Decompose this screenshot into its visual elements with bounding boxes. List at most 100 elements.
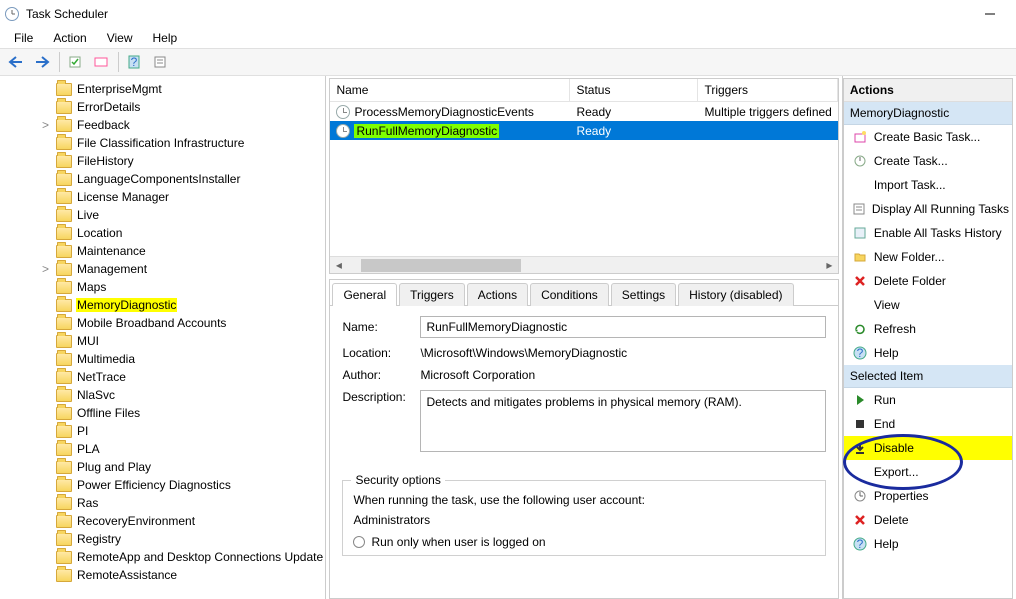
menu-help[interactable]: Help (143, 29, 188, 47)
actions-group-context: MemoryDiagnostic (844, 102, 1012, 125)
blank-icon (852, 177, 868, 193)
tree-item-label: FileHistory (76, 154, 135, 168)
action-item[interactable]: End (844, 412, 1012, 436)
tree-item-label: Maps (76, 280, 107, 294)
tree-item-label: Registry (76, 532, 122, 546)
col-status[interactable]: Status (570, 79, 698, 101)
folder-icon (56, 407, 72, 420)
scroll-right-icon[interactable]: ▸ (821, 257, 838, 274)
expand-icon[interactable]: > (42, 118, 52, 132)
task-row[interactable]: RunFullMemoryDiagnosticReady (330, 121, 837, 140)
horizontal-scrollbar[interactable]: ◂ ▸ (330, 256, 837, 273)
col-name[interactable]: Name (330, 79, 570, 101)
tab-actions[interactable]: Actions (467, 283, 528, 306)
action-item[interactable]: Export... (844, 460, 1012, 484)
action-item[interactable]: Delete Folder (844, 269, 1012, 293)
task-row[interactable]: ProcessMemoryDiagnosticEventsReadyMultip… (330, 102, 837, 121)
tree-item[interactable]: Registry (0, 530, 325, 548)
action-item[interactable]: Create Basic Task... (844, 125, 1012, 149)
tab-general[interactable]: General (332, 283, 397, 306)
svg-text:?: ? (131, 55, 138, 69)
action-item-label: Create Basic Task... (874, 130, 981, 144)
tree-item[interactable]: RemoteAssistance (0, 566, 325, 584)
action-item[interactable]: Run (844, 388, 1012, 412)
action-item[interactable]: Display All Running Tasks (844, 197, 1012, 221)
action-item[interactable]: New Folder... (844, 245, 1012, 269)
tree-item[interactable]: Maintenance (0, 242, 325, 260)
scroll-thumb[interactable] (361, 259, 521, 272)
action-item-label: New Folder... (874, 250, 945, 264)
action-item[interactable]: Enable All Tasks History (844, 221, 1012, 245)
tree-item[interactable]: License Manager (0, 188, 325, 206)
menu-file[interactable]: File (4, 29, 43, 47)
tab-conditions[interactable]: Conditions (530, 283, 609, 306)
tree-item[interactable]: Multimedia (0, 350, 325, 368)
tree-item-label: MemoryDiagnostic (76, 298, 177, 312)
tree-item[interactable]: NetTrace (0, 368, 325, 386)
tab-history[interactable]: History (disabled) (678, 283, 793, 306)
tree-item[interactable]: ErrorDetails (0, 98, 325, 116)
tab-triggers[interactable]: Triggers (399, 283, 465, 306)
action-item[interactable]: Delete (844, 508, 1012, 532)
col-triggers[interactable]: Triggers (698, 79, 837, 101)
tree-panel[interactable]: EnterpriseMgmtErrorDetails>FeedbackFile … (0, 76, 326, 599)
task-list[interactable]: Name Status Triggers ProcessMemoryDiagno… (329, 78, 838, 274)
menu-action[interactable]: Action (43, 29, 96, 47)
folder-icon (56, 371, 72, 384)
name-field[interactable] (420, 316, 825, 338)
tree-item[interactable]: Offline Files (0, 404, 325, 422)
security-text: When running the task, use the following… (353, 493, 814, 507)
forward-button[interactable] (30, 51, 54, 73)
action-item[interactable]: Import Task... (844, 173, 1012, 197)
action-item[interactable]: ?Help (844, 341, 1012, 365)
tree-item[interactable]: MUI (0, 332, 325, 350)
folder-icon (56, 533, 72, 546)
action-item[interactable]: Disable (844, 436, 1012, 460)
folder-icon (56, 209, 72, 222)
menu-view[interactable]: View (97, 29, 143, 47)
minimize-button[interactable] (968, 2, 1012, 26)
name-label: Name: (342, 320, 420, 334)
action-item[interactable]: Create Task... (844, 149, 1012, 173)
action-item[interactable]: Refresh (844, 317, 1012, 341)
tree-item[interactable]: Location (0, 224, 325, 242)
back-button[interactable] (4, 51, 28, 73)
radio-run-logged-on[interactable] (353, 536, 365, 548)
tree-item[interactable]: LanguageComponentsInstaller (0, 170, 325, 188)
scroll-left-icon[interactable]: ◂ (330, 257, 347, 274)
expand-icon[interactable]: > (42, 262, 52, 276)
description-field[interactable] (420, 390, 825, 452)
action-item[interactable]: ?Help (844, 532, 1012, 556)
action-item-label: Delete Folder (874, 274, 946, 288)
toolbar-action-button[interactable] (63, 51, 87, 73)
toolbar-help-button[interactable]: ? (122, 51, 146, 73)
action-item[interactable]: View (844, 293, 1012, 317)
tree-item[interactable]: Live (0, 206, 325, 224)
tree-item[interactable]: Plug and Play (0, 458, 325, 476)
tree-item[interactable]: Ras (0, 494, 325, 512)
tree-item[interactable]: >Management (0, 260, 325, 278)
help-icon: ? (852, 536, 868, 552)
task-icon (852, 153, 868, 169)
tree-item[interactable]: FileHistory (0, 152, 325, 170)
action-item[interactable]: Properties (844, 484, 1012, 508)
tree-item[interactable]: Mobile Broadband Accounts (0, 314, 325, 332)
tree-item-label: RemoteAssistance (76, 568, 178, 582)
tree-item[interactable]: File Classification Infrastructure (0, 134, 325, 152)
tree-item[interactable]: RecoveryEnvironment (0, 512, 325, 530)
folder-icon (56, 569, 72, 582)
tree-item[interactable]: >Feedback (0, 116, 325, 134)
tree-item[interactable]: EnterpriseMgmt (0, 80, 325, 98)
tree-item[interactable]: NlaSvc (0, 386, 325, 404)
tree-item[interactable]: MemoryDiagnostic (0, 296, 325, 314)
toolbar-run-button[interactable] (89, 51, 113, 73)
tree-item[interactable]: Maps (0, 278, 325, 296)
tree-item[interactable]: Power Efficiency Diagnostics (0, 476, 325, 494)
tree-item[interactable]: PI (0, 422, 325, 440)
props-icon (852, 488, 868, 504)
tree-item[interactable]: PLA (0, 440, 325, 458)
tree-item[interactable]: RemoteApp and Desktop Connections Update (0, 548, 325, 566)
tab-settings[interactable]: Settings (611, 283, 676, 306)
toolbar-props-button[interactable] (148, 51, 172, 73)
tree-item-label: MUI (76, 334, 100, 348)
